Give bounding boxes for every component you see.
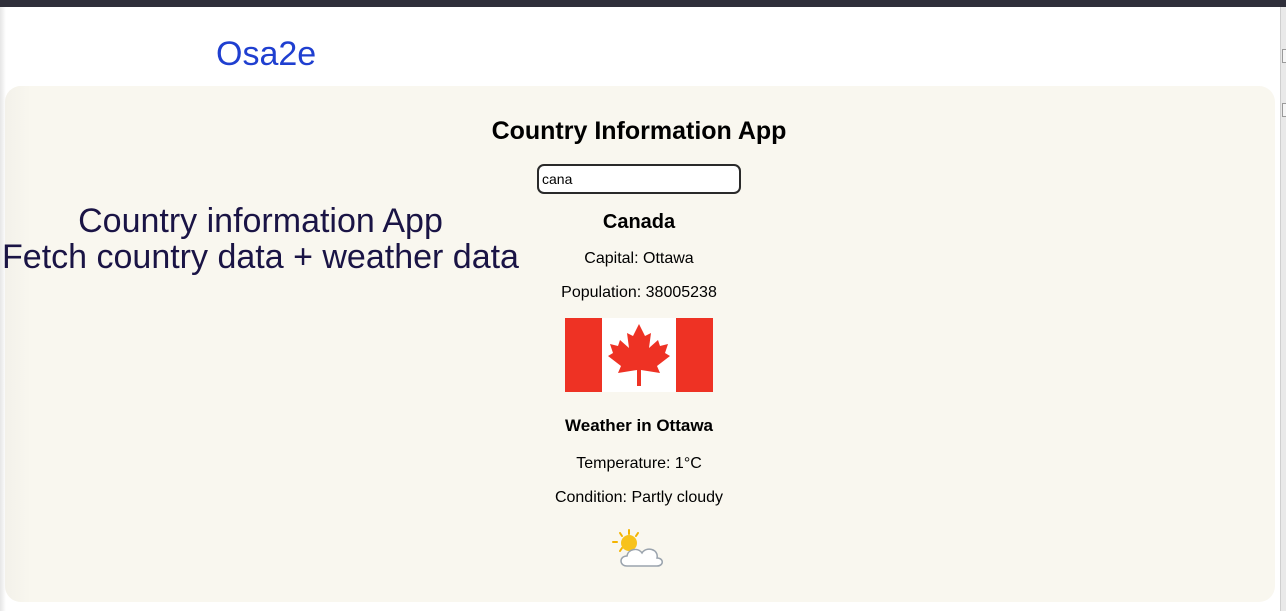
scrollbar-marker	[1282, 103, 1286, 117]
brand-title: Osa2e	[216, 35, 317, 73]
country-search-input[interactable]	[537, 164, 741, 194]
panel-left-stripe	[5, 86, 31, 602]
browser-top-bar	[0, 0, 1286, 7]
scrollbar-edge[interactable]	[1280, 7, 1286, 611]
page-title: Country Information App	[491, 117, 787, 145]
scrollbar-marker	[1282, 49, 1286, 63]
weather-condition: Condition: Partly cloudy	[554, 489, 724, 506]
partly-cloudy-icon	[612, 529, 663, 567]
country-population: Population: 38005238	[561, 284, 717, 301]
weather-title: Weather in Ottawa	[565, 416, 713, 435]
weather-temperature: Temperature: 1°C	[576, 455, 702, 472]
country-capital: Capital: Ottawa	[584, 250, 694, 267]
country-name: Canada	[602, 211, 676, 233]
canada-flag-icon	[565, 318, 713, 392]
